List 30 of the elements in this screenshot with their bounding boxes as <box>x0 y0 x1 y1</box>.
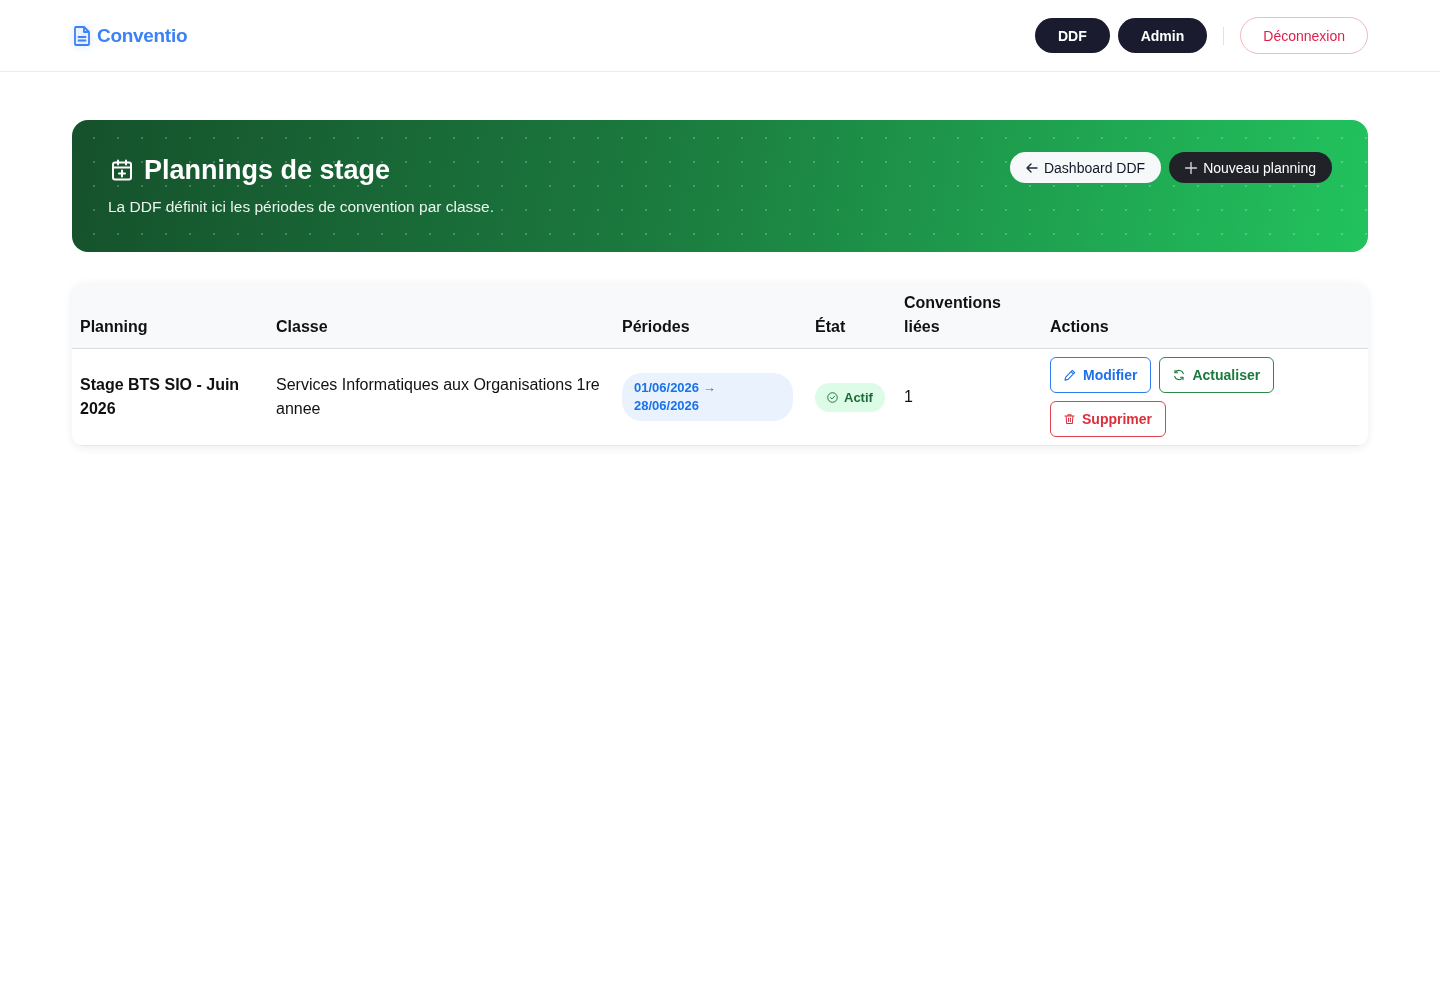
trash-icon <box>1064 413 1075 425</box>
nav-button[interactable]: Admin <box>1117 18 1208 53</box>
column-header: Périodes <box>622 318 690 335</box>
column-header: Conventions liées <box>904 294 1001 335</box>
column-header: Planning <box>80 318 148 335</box>
refresh-icon <box>1173 369 1186 381</box>
column-header: Actions <box>1050 318 1109 335</box>
page-subtitle: La DDF définit ici les périodes de convention par classe. <box>108 197 494 217</box>
check-circle-icon <box>827 391 838 403</box>
arrow-left-icon <box>1025 162 1038 173</box>
page-title: Plannings de stage <box>144 154 391 187</box>
calendar-plus-icon <box>110 158 134 182</box>
nav-button[interactable]: DDF <box>1034 18 1110 53</box>
logout-button[interactable]: Déconnexion <box>1240 17 1368 54</box>
pencil-icon <box>1064 369 1076 381</box>
new-planning-button[interactable]: Nouveau planning <box>1169 152 1332 183</box>
app-logo[interactable]: Conventio <box>97 24 188 47</box>
column-header: Classe <box>276 318 328 335</box>
planning-name: Stage BTS SIO - Juin 2026 <box>80 376 240 417</box>
document-icon <box>74 25 90 46</box>
status-badge: Actif <box>815 382 885 412</box>
refresh-button[interactable]: Actualiser <box>1159 357 1275 393</box>
period-badge: 01/06/2026 → 28/06/2026 <box>622 373 793 421</box>
plus-icon <box>1185 161 1198 174</box>
column-header: État <box>815 318 846 335</box>
dashboard-button[interactable]: Dashboard DDF <box>1009 152 1162 183</box>
delete-button[interactable]: Supprimer <box>1050 401 1166 437</box>
edit-button[interactable]: Modifier <box>1050 357 1152 393</box>
conventions-count: 1 <box>904 388 913 405</box>
class-name: Services Informatiques aux Organisations 1re annee <box>276 376 600 417</box>
